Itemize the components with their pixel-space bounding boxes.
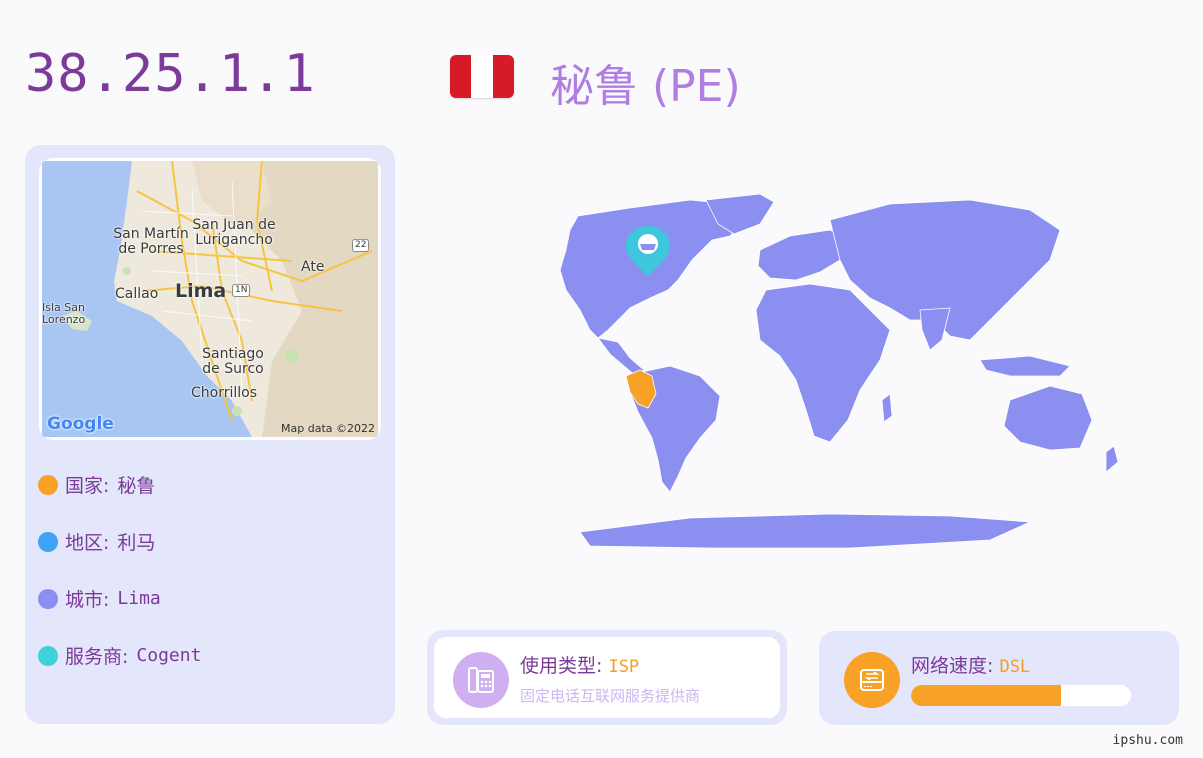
peru-highlight — [625, 369, 657, 409]
map-label-isla: Isla San Lorenzo — [42, 301, 86, 326]
world-map — [559, 193, 1119, 549]
info-region: 地区: 利马 — [38, 528, 155, 555]
road-1n-badge: 1N — [232, 284, 251, 297]
country-value: 秘鲁 — [117, 475, 156, 497]
region-dot-icon — [38, 531, 58, 552]
city-value: Lima — [117, 588, 161, 609]
info-provider: 服务商: Cogent — [38, 642, 201, 669]
map-credit: Map data ©2022 — [281, 422, 375, 435]
network-speed-title: 网络速度: DSL — [911, 655, 1031, 677]
city-label: 城市: — [65, 589, 110, 611]
info-city: 城市: Lima — [38, 585, 161, 612]
peru-flag-icon — [450, 55, 514, 98]
map-label-lima: Lima — [175, 280, 227, 302]
usage-type-card: 使用类型: ISP 固定电话互联网服务提供商 — [427, 630, 787, 725]
road-22-badge: 22 — [352, 239, 370, 252]
map-label-ate: Ate — [301, 259, 325, 275]
usage-type-subtitle: 固定电话互联网服务提供商 — [520, 687, 701, 705]
google-logo: Google — [47, 414, 114, 434]
map-label-santiago: Santiago de Surco — [202, 346, 264, 377]
map-label-san-juan: San Juan de Lurigancho — [192, 217, 276, 248]
site-footer[interactable]: ipshu.com — [1113, 733, 1183, 748]
map-label-callao: Callao — [115, 286, 159, 302]
speed-drive-icon — [844, 652, 900, 708]
usage-type-title: 使用类型: ISP — [520, 655, 640, 677]
country-dot-icon — [38, 474, 58, 495]
provider-dot-icon — [38, 645, 58, 666]
network-speed-value: DSL — [999, 657, 1031, 677]
provider-label: 服务商: — [65, 646, 129, 668]
map-label-san-martin: San Martín de Porres — [113, 226, 189, 257]
usage-type-value: ISP — [608, 657, 640, 677]
region-label: 地区: — [65, 532, 110, 554]
network-speed-card: 网络速度: DSL — [819, 631, 1179, 725]
city-map[interactable]: San Martín de Porres San Juan de Lurigan… — [39, 158, 381, 440]
map-label-chorrillos: Chorrillos — [191, 385, 258, 401]
ip-address: 38.25.1.1 — [25, 44, 316, 104]
speed-progress-fill — [911, 685, 1061, 706]
country-label: 国家: — [65, 475, 110, 497]
region-value: 利马 — [117, 532, 156, 554]
speed-progress-bar — [911, 685, 1131, 706]
provider-value: Cogent — [136, 645, 202, 666]
usage-type-card-inner: 使用类型: ISP 固定电话互联网服务提供商 — [434, 637, 780, 718]
city-dot-icon — [38, 588, 58, 609]
info-country: 国家: 秘鲁 — [38, 471, 155, 498]
country-title: 秘鲁 (PE) — [550, 61, 741, 112]
phone-fax-icon — [453, 652, 509, 708]
